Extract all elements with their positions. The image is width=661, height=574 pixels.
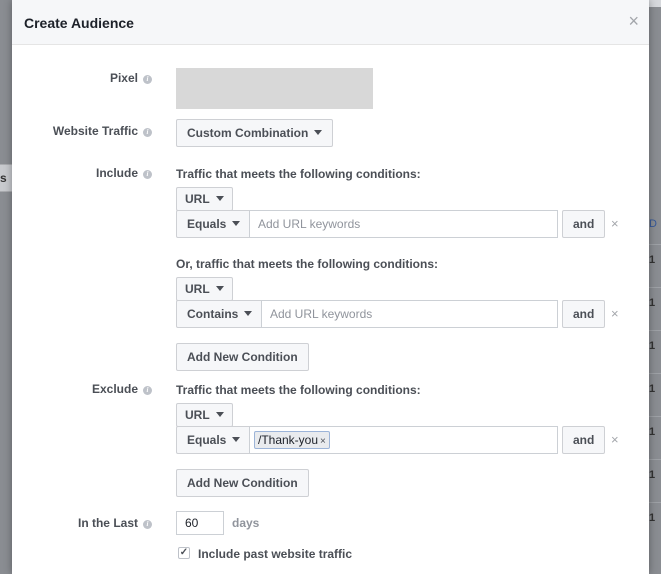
chevron-down-icon — [232, 437, 241, 442]
background-divider — [649, 502, 661, 503]
include-group1-field-dropdown[interactable]: URL — [176, 187, 233, 211]
url-token-text: /Thank-you — [258, 433, 319, 447]
background-column-text: 1 — [649, 297, 656, 309]
background-divider — [649, 459, 661, 460]
field-value: URL — [185, 408, 210, 422]
include-label-text: Include — [95, 166, 138, 180]
chevron-down-icon — [314, 130, 323, 135]
background-divider — [649, 373, 661, 374]
include-label: Include i — [12, 166, 152, 180]
pixel-label: Pixel i — [12, 71, 152, 85]
background-divider — [649, 330, 661, 331]
include-group2-title: Or, traffic that meets the following con… — [176, 257, 439, 271]
include-past-traffic-label: Include past website traffic — [198, 547, 353, 561]
chevron-down-icon — [215, 412, 224, 417]
include-add-condition-button[interactable]: Add New Condition — [176, 343, 309, 371]
chevron-down-icon — [215, 196, 224, 201]
info-icon[interactable]: i — [143, 75, 152, 84]
info-icon[interactable]: i — [143, 386, 152, 395]
include-past-traffic-checkbox[interactable]: ✓ — [178, 547, 190, 559]
pixel-selector[interactable] — [176, 68, 373, 109]
days-unit-label: days — [232, 516, 260, 530]
url-token: /Thank-you × — [254, 431, 330, 449]
background-column-text: 1 — [649, 512, 656, 524]
info-icon[interactable]: i — [143, 520, 152, 529]
create-audience-dialog: Create Audience × Pixel i Website Traffic… — [12, 0, 649, 574]
exclude-operator-dropdown[interactable]: Equals — [176, 426, 252, 454]
background-divider — [649, 287, 661, 288]
background-column-text: D — [649, 218, 657, 230]
exclude-label-text: Exclude — [91, 382, 138, 396]
include-group2-operator-dropdown[interactable]: Contains — [176, 300, 264, 328]
website-traffic-value: Custom Combination — [187, 126, 309, 140]
dialog-title: Create Audience — [24, 15, 134, 31]
website-traffic-dropdown[interactable]: Custom Combination — [176, 119, 334, 147]
include-group1-title: Traffic that meets the following conditi… — [176, 167, 421, 181]
chevron-down-icon — [244, 311, 253, 316]
chevron-down-icon — [232, 221, 241, 226]
background-column-text: 1 — [649, 469, 656, 481]
field-value: URL — [185, 282, 210, 296]
in-the-last-label: In the Last i — [12, 516, 152, 530]
info-icon[interactable]: i — [143, 170, 152, 179]
token-remove-icon[interactable]: × — [320, 436, 326, 447]
include-group2-field-dropdown[interactable]: URL — [176, 277, 233, 301]
include-group2-url-input[interactable]: Add URL keywords — [261, 300, 558, 328]
include-group1-and-button[interactable]: and — [562, 210, 606, 238]
background-divider — [649, 244, 661, 245]
days-input[interactable]: 60 — [176, 511, 224, 535]
field-value: URL — [185, 192, 210, 206]
pixel-label-text: Pixel — [109, 71, 138, 85]
remove-condition-icon[interactable]: × — [611, 306, 619, 321]
exclude-title: Traffic that meets the following conditi… — [176, 383, 421, 397]
in-the-last-label-text: In the Last — [77, 516, 138, 530]
dialog-header: Create Audience × — [12, 0, 649, 45]
include-group1-url-input[interactable]: Add URL keywords — [249, 210, 558, 238]
close-icon[interactable]: × — [628, 12, 639, 30]
operator-value: Contains — [187, 307, 239, 321]
chevron-down-icon — [215, 286, 224, 291]
operator-value: Equals — [187, 217, 227, 231]
exclude-and-button[interactable]: and — [562, 426, 606, 454]
remove-condition-icon[interactable]: × — [611, 432, 619, 447]
background-column-text: 1 — [649, 383, 656, 395]
exclude-field-dropdown[interactable]: URL — [176, 403, 233, 427]
operator-value: Equals — [187, 433, 227, 447]
include-group1-operator-dropdown[interactable]: Equals — [176, 210, 252, 238]
exclude-add-condition-button[interactable]: Add New Condition — [176, 469, 309, 497]
background-column-text: 1 — [649, 426, 656, 438]
background-tab-label: s — [0, 171, 7, 185]
website-traffic-label-text: Website Traffic — [52, 124, 138, 138]
background-column-text: 1 — [649, 254, 656, 266]
background-divider — [649, 416, 661, 417]
background-column-text: 1 — [649, 340, 656, 352]
website-traffic-label: Website Traffic i — [12, 124, 152, 138]
remove-condition-icon[interactable]: × — [611, 216, 619, 231]
exclude-label: Exclude i — [12, 382, 152, 396]
include-group2-and-button[interactable]: and — [562, 300, 606, 328]
info-icon[interactable]: i — [143, 128, 152, 137]
